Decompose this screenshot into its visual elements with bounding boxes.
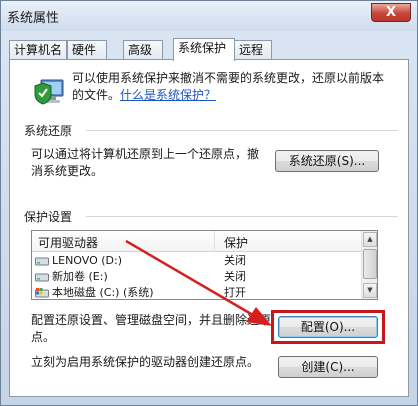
column-header-protection[interactable]: 保护: [224, 234, 248, 251]
annotation-arrow: [125, 239, 272, 326]
list-scrollbar[interactable]: ▲ ▼: [361, 231, 377, 299]
drive-name: 新加卷 (E:): [52, 270, 108, 283]
drive-icon: [35, 257, 49, 266]
configure-button[interactable]: 配置(O)...: [278, 316, 378, 338]
create-description: 立刻为启用系统保护的驱动器创建还原点。: [31, 355, 260, 369]
list-header: 可用驱动器 保护: [32, 231, 362, 252]
scroll-thumb[interactable]: [363, 249, 377, 279]
close-button[interactable]: X: [371, 3, 411, 22]
intro-text-block: 可以使用系统保护来撤消不需要的系统更改，还原以前版本的文件。什么是系统保护？: [72, 70, 392, 104]
drive-name: LENOVO (D:): [52, 254, 123, 267]
protection-settings-group-title: 保护设置: [24, 210, 73, 224]
window-title: 系统属性: [7, 11, 60, 26]
system-protection-icon: [34, 79, 64, 105]
drive-icon: [35, 273, 49, 282]
divider: [86, 130, 398, 131]
system-drive-icon: [35, 288, 49, 298]
divider: [86, 216, 398, 217]
tab-remote[interactable]: 远程: [234, 40, 272, 60]
scroll-down-icon[interactable]: ▼: [363, 283, 377, 298]
tab-strip: 计算机名 硬件 高级 系统保护 远程: [9, 38, 409, 61]
what-is-system-protection-link[interactable]: 什么是系统保护？: [120, 88, 216, 102]
drive-protection-status: 关闭: [224, 254, 246, 267]
table-row[interactable]: 本地磁盘 (C:) (系统) 打开: [32, 285, 362, 299]
drive-protection-status: 关闭: [224, 270, 246, 283]
drive-name: 本地磁盘 (C:) (系统): [52, 286, 154, 299]
tab-advanced[interactable]: 高级: [123, 40, 163, 60]
column-header-available-drives[interactable]: 可用驱动器: [38, 234, 98, 251]
title-bar[interactable]: 系统属性 X: [1, 1, 417, 31]
tab-computer-name[interactable]: 计算机名: [9, 40, 67, 60]
tab-system-protection[interactable]: 系统保护: [173, 38, 235, 61]
table-row[interactable]: 新加卷 (E:) 关闭: [32, 269, 362, 285]
table-row[interactable]: LENOVO (D:) 关闭: [32, 253, 362, 269]
scroll-up-icon[interactable]: ▲: [363, 232, 377, 247]
system-protection-panel: 可以使用系统保护来撤消不需要的系统更改，还原以前版本的文件。什么是系统保护？ 系…: [9, 59, 409, 397]
create-button[interactable]: 创建(C)...: [278, 356, 378, 378]
system-properties-window: 系统属性 X 计算机名 硬件 高级 系统保护 远程 可以使用系统保护来撤消不需要…: [0, 0, 418, 406]
drive-protection-status: 打开: [224, 286, 246, 299]
system-restore-description: 可以通过将计算机还原到上一个还原点，撤消系统更改。: [31, 147, 260, 178]
column-separator[interactable]: [214, 231, 215, 252]
system-restore-button[interactable]: 系统还原(S)...: [275, 150, 379, 172]
tab-hardware[interactable]: 硬件: [67, 40, 107, 60]
configure-description: 配置还原设置、管理磁盘空间，并且删除还原点。: [31, 313, 272, 344]
system-restore-group-title: 系统还原: [24, 124, 73, 138]
intro-text: 可以使用系统保护来撤消不需要的系统更改，还原以前版本的文件。: [72, 71, 385, 102]
drives-list[interactable]: 可用驱动器 保护 LENOVO (D:) 关闭 新加卷 (E:) 关闭 本地磁盘…: [31, 230, 378, 300]
